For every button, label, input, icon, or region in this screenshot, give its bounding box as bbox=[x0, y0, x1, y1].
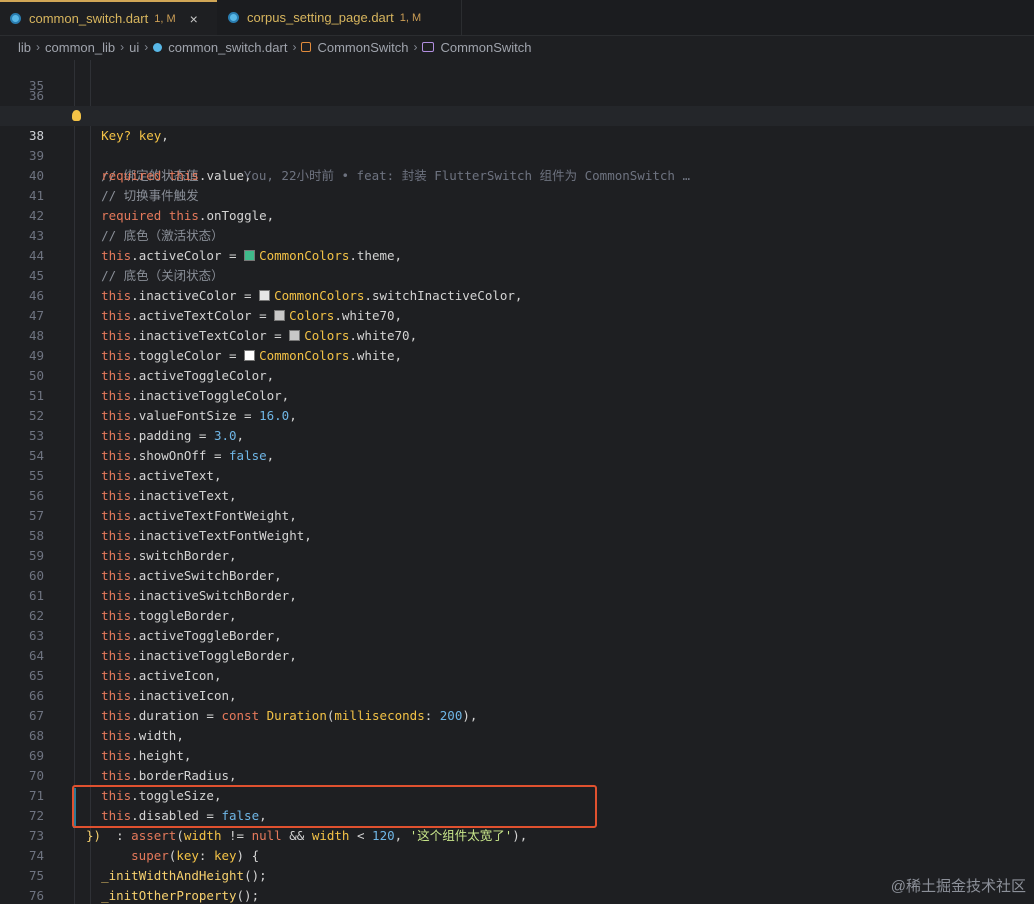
code-line: 48 this.toggleColor = CommonColors.white… bbox=[0, 306, 1034, 363]
breadcrumb-class[interactable]: CommonSwitch bbox=[317, 40, 408, 55]
code-line: 53 this.showOnOff = false, bbox=[0, 406, 1034, 463]
code-line: 65 this.inactiveIcon, bbox=[0, 646, 1034, 703]
tab-label: common_switch.dart bbox=[29, 11, 149, 26]
dart-file-icon bbox=[228, 12, 239, 23]
code-line: 57 this.inactiveTextFontWeight, bbox=[0, 486, 1034, 543]
highlight-annotation-box bbox=[72, 785, 597, 828]
tab-badge: 1, M bbox=[399, 11, 422, 24]
code-line: 69 this.borderRadius, bbox=[0, 726, 1034, 783]
code-line: 54 this.activeText, bbox=[0, 426, 1034, 483]
lightbulb-icon[interactable] bbox=[72, 110, 81, 121]
breadcrumb: lib › common_lib › ui › common_switch.da… bbox=[0, 36, 1034, 58]
code-line: 44 // 底色（关闭状态） bbox=[0, 226, 1034, 283]
code-line: 43 this.activeColor = CommonColors.theme… bbox=[0, 206, 1034, 263]
code-line: 61 this.toggleBorder, bbox=[0, 566, 1034, 623]
dart-file-icon bbox=[153, 42, 163, 52]
breadcrumb-common-lib[interactable]: common_lib bbox=[45, 40, 115, 55]
code-line: 77 bbox=[0, 886, 1034, 904]
breadcrumb-constructor[interactable]: CommonSwitch bbox=[440, 40, 531, 55]
code-line: 50 this.inactiveToggleColor, bbox=[0, 346, 1034, 403]
code-line: 76 } bbox=[0, 866, 1034, 903]
code-line: 40 // 切换事件触发 bbox=[0, 146, 1034, 203]
code-line: 49 this.activeToggleColor, bbox=[0, 326, 1034, 383]
dart-file-icon bbox=[10, 13, 21, 24]
code-line: 63 this.inactiveToggleBorder, bbox=[0, 606, 1034, 663]
close-icon[interactable]: × bbox=[190, 11, 198, 27]
code-line-current: 38 // 绑定的状态值 You, 22小时前 • feat: 封装 Flutt… bbox=[0, 106, 1034, 183]
chevron-right-icon: › bbox=[144, 40, 149, 54]
code-line: 66 this.duration = const Duration(millis… bbox=[0, 666, 1034, 723]
chevron-right-icon: › bbox=[36, 40, 41, 54]
breadcrumb-ui[interactable]: ui bbox=[129, 40, 139, 55]
code-line: 70 this.toggleSize, bbox=[0, 746, 1034, 803]
code-line: 37 Key? key, bbox=[0, 86, 1034, 143]
code-line: 68 this.height, bbox=[0, 706, 1034, 763]
code-line: 51 this.valueFontSize = 16.0, bbox=[0, 366, 1034, 423]
code-line: 52 this.padding = 3.0, bbox=[0, 386, 1034, 443]
code-line: 47 this.inactiveTextColor = Colors.white… bbox=[0, 286, 1034, 343]
code-line: 55 this.inactiveText, bbox=[0, 446, 1034, 503]
code-line: 45 this.inactiveColor = CommonColors.swi… bbox=[0, 246, 1034, 303]
code-line: 41 required this.onToggle, bbox=[0, 166, 1034, 223]
tab-common-switch[interactable]: common_switch.dart 1, M × bbox=[0, 0, 217, 35]
chevron-right-icon: › bbox=[292, 40, 297, 54]
code-line: 75 _initOtherProperty(); bbox=[0, 846, 1034, 903]
code-line: 60 this.inactiveSwitchBorder, bbox=[0, 546, 1034, 603]
constructor-icon bbox=[422, 42, 435, 52]
breadcrumb-file[interactable]: common_switch.dart bbox=[168, 40, 287, 55]
code-line: 74 _initWidthAndHeight(); bbox=[0, 826, 1034, 883]
code-line: 36 CommonSwitch({ bbox=[0, 66, 1034, 123]
code-line: 46 this.activeTextColor = Colors.white70… bbox=[0, 266, 1034, 323]
code-line: 62 this.activeToggleBorder, bbox=[0, 586, 1034, 643]
code-line: 67 this.width, bbox=[0, 686, 1034, 743]
chevron-right-icon: › bbox=[413, 40, 418, 54]
tab-label: corpus_setting_page.dart bbox=[247, 10, 394, 25]
code-line: 39 required this.value, bbox=[0, 126, 1034, 183]
breadcrumb-lib[interactable]: lib bbox=[18, 40, 31, 55]
watermark: @稀土掘金技术社区 bbox=[890, 878, 1026, 895]
code-line: 59 this.activeSwitchBorder, bbox=[0, 526, 1034, 583]
code-line: 42 // 底色（激活状态） bbox=[0, 186, 1034, 243]
tab-badge: 1, M bbox=[154, 12, 176, 25]
code-editor[interactable]: 35 36 CommonSwitch({ 37 Key? key, 38 // … bbox=[0, 60, 1034, 904]
code-line: 58 this.switchBorder, bbox=[0, 506, 1034, 563]
code-line: 64 this.activeIcon, bbox=[0, 626, 1034, 683]
editor-tab-bar: common_switch.dart 1, M × corpus_setting… bbox=[0, 0, 1034, 36]
tab-corpus-setting-page[interactable]: corpus_setting_page.dart 1, M bbox=[218, 0, 462, 35]
class-icon bbox=[301, 42, 312, 52]
code-line: 56 this.activeTextFontWeight, bbox=[0, 466, 1034, 523]
chevron-right-icon: › bbox=[120, 40, 125, 54]
code-line: 71 this.disabled = false, bbox=[0, 766, 1034, 823]
